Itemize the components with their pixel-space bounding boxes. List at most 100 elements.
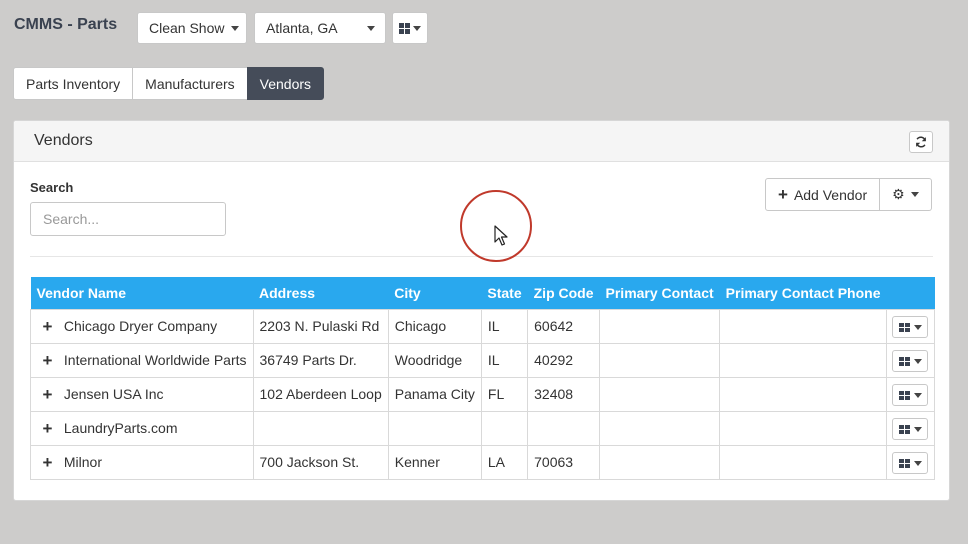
vendor-contact (599, 376, 721, 412)
column-header-actions (886, 277, 935, 309)
vendor-phone (719, 444, 887, 480)
vendor-state (480, 410, 529, 446)
expand-row-button[interactable]: + (29, 410, 64, 446)
vendor-name: Milnor (63, 444, 254, 480)
column-header-zip-code[interactable]: Zip Code (527, 277, 600, 309)
tab-vendors[interactable]: Vendors (246, 67, 325, 100)
row-actions-cell (886, 376, 935, 412)
vendor-state: FL (480, 376, 529, 412)
column-header-state[interactable]: State (481, 277, 528, 309)
column-header-address[interactable]: Address (253, 277, 389, 309)
vendor-city: Chicago (387, 308, 482, 344)
table-row: + Jensen USA Inc 102 Aberdeen Loop Panam… (29, 376, 935, 412)
row-actions-button[interactable] (892, 418, 928, 441)
column-header-primary-contact[interactable]: Primary Contact (599, 277, 720, 309)
vendor-phone (719, 376, 887, 412)
caret-down-icon (230, 25, 239, 31)
plus-icon: + (778, 185, 788, 204)
column-header-primary-contact-phone[interactable]: Primary Contact Phone (719, 277, 887, 309)
row-actions-button[interactable] (892, 452, 928, 475)
vendor-phone (719, 342, 887, 378)
grid-icon (898, 458, 910, 468)
vendor-contact (599, 308, 721, 344)
grid-icon (898, 356, 910, 366)
vendor-address (252, 410, 389, 446)
refresh-button[interactable] (909, 131, 933, 153)
mouse-pointer-icon (494, 225, 508, 246)
app-grid-menu-button[interactable] (392, 12, 428, 44)
table-row: + International Worldwide Parts 36749 Pa… (29, 342, 935, 378)
vendor-city: Woodridge (387, 342, 482, 378)
vendor-city: Panama City (387, 376, 482, 412)
vendor-contact (599, 410, 721, 446)
plus-icon: + (42, 418, 53, 438)
row-actions-button[interactable] (892, 350, 928, 373)
caret-down-icon (913, 358, 922, 364)
expand-row-button[interactable]: + (29, 444, 64, 480)
settings-dropdown-button[interactable]: ⚙ (880, 178, 932, 211)
expand-row-button[interactable]: + (29, 342, 64, 378)
vendor-city (387, 410, 482, 446)
vendor-actions: + Add Vendor ⚙ (765, 178, 932, 211)
table-row: + Chicago Dryer Company 2203 N. Pulaski … (29, 308, 935, 344)
vendor-address: 36749 Parts Dr. (252, 342, 389, 378)
row-actions-cell (886, 410, 935, 446)
column-header-city[interactable]: City (388, 277, 482, 309)
caret-down-icon (910, 192, 919, 197)
vendor-name: Jensen USA Inc (63, 376, 254, 412)
vendor-zip: 40292 (527, 342, 601, 378)
location-select-label: Atlanta, GA (266, 20, 338, 36)
vendor-address: 700 Jackson St. (252, 444, 389, 480)
module-tabs: Parts Inventory Manufacturers Vendors (13, 67, 325, 100)
expand-row-button[interactable]: + (29, 376, 64, 412)
table-row: + Milnor 700 Jackson St. Kenner LA 70063 (29, 444, 935, 480)
app-title: CMMS - Parts (14, 16, 118, 33)
vendors-panel: Vendors Search + Add Vendor ⚙ Vendor Nam… (13, 120, 950, 501)
caret-down-icon (367, 25, 375, 31)
panel-title: Vendors (34, 132, 93, 149)
vendors-table: Vendor Name Address City State Zip Code … (29, 277, 935, 480)
caret-down-icon (913, 324, 922, 330)
expand-row-button[interactable]: + (29, 308, 64, 344)
plus-icon: + (42, 350, 53, 370)
location-select[interactable]: Atlanta, GA (254, 12, 386, 44)
add-vendor-button[interactable]: + Add Vendor (765, 178, 881, 211)
vendor-state: LA (480, 444, 529, 480)
grid-icon (898, 322, 910, 332)
gear-icon: ⚙ (892, 186, 905, 202)
vendor-address: 2203 N. Pulaski Rd (252, 308, 389, 344)
tab-manufacturers[interactable]: Manufacturers (132, 67, 248, 100)
vendor-address: 102 Aberdeen Loop (252, 376, 389, 412)
caret-down-icon (913, 426, 922, 432)
row-actions-button[interactable] (892, 384, 928, 407)
vendor-city: Kenner (387, 444, 482, 480)
column-header-vendor-name[interactable]: Vendor Name (30, 277, 253, 309)
table-row: + LaundryParts.com (29, 410, 935, 446)
row-actions-cell (886, 444, 935, 480)
vendor-name: International Worldwide Parts (63, 342, 254, 378)
refresh-icon (916, 136, 926, 148)
vendor-phone (719, 410, 887, 446)
vendor-zip (527, 410, 601, 446)
plus-icon: + (42, 316, 53, 336)
plus-icon: + (42, 452, 53, 472)
panel-header: Vendors (14, 121, 949, 162)
row-actions-cell (886, 308, 935, 344)
caret-down-icon (913, 460, 922, 466)
vendor-state: IL (480, 308, 529, 344)
vendor-state: IL (480, 342, 529, 378)
grid-icon (399, 22, 410, 34)
row-actions-cell (886, 342, 935, 378)
show-select[interactable]: Clean Show (137, 12, 247, 44)
vendor-phone (719, 308, 887, 344)
search-label: Search (30, 180, 74, 195)
vendor-zip: 32408 (527, 376, 601, 412)
tab-parts-inventory[interactable]: Parts Inventory (13, 67, 134, 100)
grid-icon (898, 390, 910, 400)
vendor-name: Chicago Dryer Company (63, 308, 254, 344)
vendor-contact (599, 342, 721, 378)
vendor-zip: 70063 (527, 444, 601, 480)
vendor-name: LaundryParts.com (63, 410, 254, 446)
row-actions-button[interactable] (892, 316, 928, 339)
search-input[interactable] (30, 202, 226, 236)
